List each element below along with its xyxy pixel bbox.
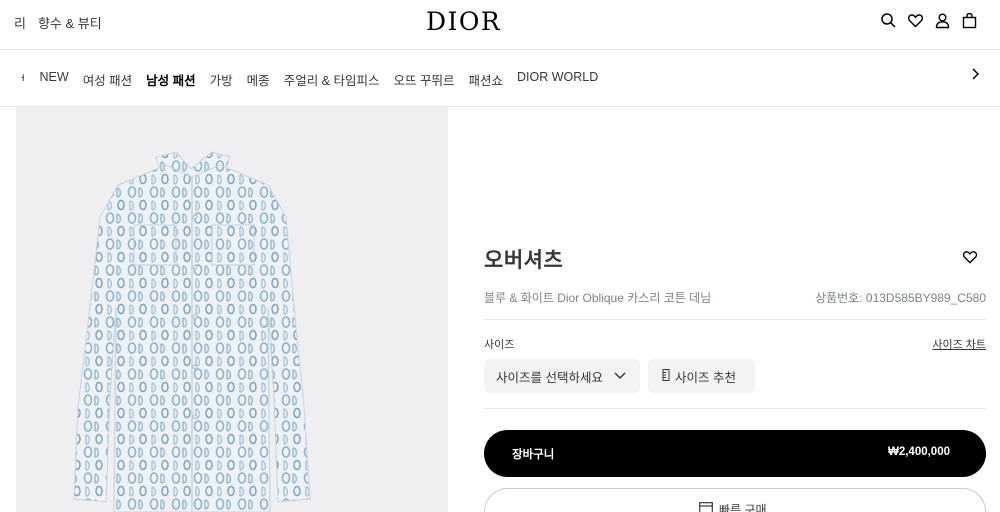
divider xyxy=(484,408,986,409)
nav-item-maison[interactable]: 메종 xyxy=(247,70,270,89)
search-icon[interactable] xyxy=(880,12,897,29)
card-icon xyxy=(699,502,713,512)
size-select[interactable]: 사이즈를 선택하세요 xyxy=(484,359,640,393)
nav-item-fashion-shows[interactable]: 패션쇼 xyxy=(468,70,503,89)
size-label: 사이즈 xyxy=(484,339,515,351)
product-title: 오버셔츠 xyxy=(484,249,564,272)
size-recommend-label: 사이즈 추천 xyxy=(675,371,736,385)
user-icon[interactable] xyxy=(934,12,951,29)
header-link-fragrance-beauty[interactable]: 향수 & 뷰티 xyxy=(38,13,102,32)
category-nav: ᅥ NEW 여성 패션 남성 패션 가방 메종 주얼리 & 타임피스 오뜨 꾸뛰… xyxy=(0,51,1000,107)
nav-item-dior-world[interactable]: DIOR WORLD xyxy=(517,70,598,89)
nav-item-women[interactable]: 여성 패션 xyxy=(83,70,132,89)
dior-logo[interactable]: DIOR xyxy=(426,7,501,36)
overshirt-image xyxy=(73,151,311,512)
size-recommend-button[interactable]: 사이즈 추천 xyxy=(648,359,755,393)
add-to-cart-button[interactable]: 장바구니 ₩2,400,000 xyxy=(484,430,986,477)
quick-buy-button[interactable]: 빠른 구매 xyxy=(484,488,986,512)
product-subtitle: 블루 & 화이트 Dior Oblique 카스리 코튼 데님 xyxy=(484,291,712,305)
divider xyxy=(484,319,986,320)
ruler-icon xyxy=(662,369,670,381)
nav-item-new[interactable]: NEW xyxy=(40,70,69,89)
nav-item-bags[interactable]: 가방 xyxy=(210,70,233,89)
header-link-partial[interactable]: 리 xyxy=(14,13,26,32)
chevron-right-icon[interactable] xyxy=(968,67,982,81)
chevron-down-icon xyxy=(614,372,626,380)
size-select-value: 사이즈를 선택하세요 xyxy=(496,371,603,385)
wishlist-heart-icon[interactable] xyxy=(962,249,978,265)
header-left-links: 리 향수 & 뷰티 xyxy=(14,13,102,32)
product-sku: 상품번호: 013D585BY989_C580 xyxy=(815,291,986,305)
bag-icon[interactable] xyxy=(961,12,978,29)
product-image[interactable] xyxy=(16,107,448,512)
size-chart-link[interactable]: 사이즈 차트 xyxy=(932,336,986,352)
product-price: ₩2,400,000 xyxy=(887,446,950,458)
nav-item-partial[interactable]: ᅥ xyxy=(14,70,26,89)
product-info-panel: 오버셔츠 블루 & 화이트 Dior Oblique 카스리 코튼 데님 상품번… xyxy=(484,107,986,512)
nav-item-jewelry-timepieces[interactable]: 주얼리 & 타임피스 xyxy=(284,70,380,89)
heart-icon[interactable] xyxy=(907,12,924,29)
quick-buy-label: 빠른 구매 xyxy=(719,503,767,512)
top-header: 리 향수 & 뷰티 DIOR xyxy=(0,0,1000,50)
add-to-cart-label: 장바구니 xyxy=(512,449,555,461)
nav-item-haute-couture[interactable]: 오뜨 꾸뛰르 xyxy=(393,70,454,89)
nav-items: ᅥ NEW 여성 패션 남성 패션 가방 메종 주얼리 & 타임피스 오뜨 꾸뛰… xyxy=(14,70,598,89)
header-icons xyxy=(880,12,978,29)
nav-item-men[interactable]: 남성 패션 xyxy=(146,70,195,89)
